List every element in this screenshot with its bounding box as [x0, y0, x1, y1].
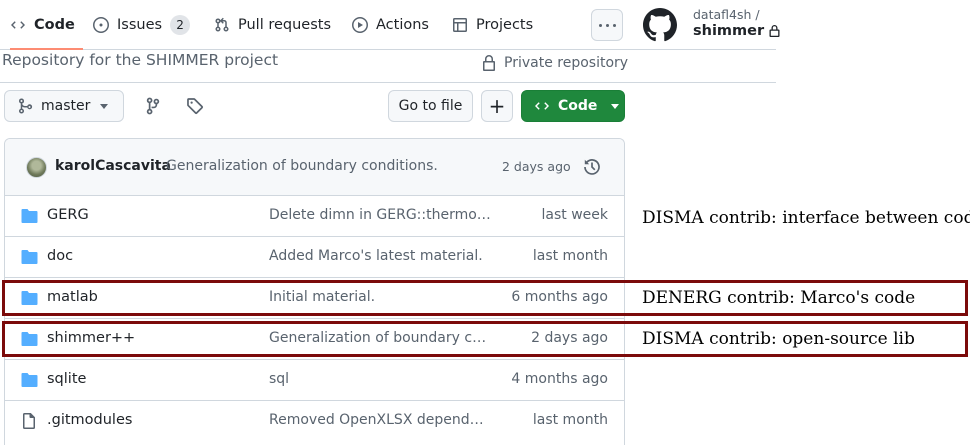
- file-commit-time: last week: [541, 207, 609, 223]
- repo-description: Repository for the SHIMMER project: [2, 51, 279, 69]
- file-name[interactable]: GERG: [47, 207, 89, 223]
- branches-icon[interactable]: [144, 97, 162, 115]
- commit-message[interactable]: Generalization of boundary conditions.: [166, 158, 438, 174]
- folder-icon: [21, 209, 38, 223]
- visibility-text: Private repository: [504, 55, 629, 71]
- tab-projects[interactable]: Projects: [452, 0, 533, 50]
- lock-icon: [483, 55, 495, 71]
- file-commit-message[interactable]: Removed OpenXLSX dependency: [269, 412, 491, 428]
- tab-projects-label: Projects: [476, 17, 534, 33]
- lock-icon: [769, 25, 780, 37]
- go-to-file-button[interactable]: Go to file: [388, 90, 473, 122]
- code-button-label: Code: [558, 98, 598, 114]
- tab-actions-label: Actions: [376, 17, 429, 33]
- tab-code-label: Code: [34, 17, 75, 33]
- kebab-dot-icon: [612, 23, 616, 27]
- code-icon: [11, 21, 25, 29]
- commit-time: 2 days ago: [502, 159, 571, 174]
- file-commit-message[interactable]: Added Marco's latest material.: [269, 248, 491, 264]
- file-name[interactable]: .gitmodules: [47, 412, 132, 428]
- table-row[interactable]: sqlite sql 4 months ago: [5, 360, 624, 401]
- issues-count-badge: 2: [170, 15, 191, 35]
- annotation-gerg: DISMA contrib: interface between codes: [642, 208, 970, 228]
- kebab-dot-icon: [598, 23, 602, 27]
- issue-opened-icon: [93, 17, 109, 33]
- branch-name: master: [41, 98, 91, 114]
- table-row[interactable]: GERG Delete dimn in GERG::thermodynamics…: [5, 196, 624, 237]
- file-icon: [23, 413, 35, 429]
- visibility-label: Private repository: [482, 55, 628, 71]
- add-file-button[interactable]: +: [481, 90, 513, 122]
- folder-icon: [21, 373, 38, 387]
- folder-icon: [21, 250, 38, 264]
- tag-icon[interactable]: [186, 97, 204, 115]
- file-commit-time: last month: [532, 412, 608, 428]
- tab-pull-requests[interactable]: Pull requests: [214, 0, 331, 50]
- table-icon: [453, 18, 467, 32]
- git-branch-icon: [18, 98, 33, 114]
- tab-actions[interactable]: Actions: [352, 0, 429, 50]
- divider: [0, 82, 776, 83]
- file-commit-message[interactable]: Delete dimn in GERG::thermodynamics...: [269, 207, 491, 223]
- file-commit-time: 4 months ago: [511, 371, 608, 387]
- repo-name-link[interactable]: shimmer: [693, 23, 780, 39]
- git-pull-request-icon: [215, 17, 229, 32]
- repo-name-label: shimmer: [693, 23, 765, 39]
- table-row[interactable]: doc Added Marco's latest material. last …: [5, 237, 624, 278]
- repo-owner-link[interactable]: datafl4sh /: [693, 7, 760, 22]
- tab-issues-label: Issues: [117, 17, 163, 33]
- branch-select-button[interactable]: master: [4, 90, 124, 122]
- code-icon: [535, 102, 549, 110]
- file-name[interactable]: sqlite: [47, 371, 86, 387]
- play-icon: [352, 17, 368, 33]
- avatar[interactable]: [26, 157, 47, 178]
- commit-author[interactable]: karolCascavita: [55, 158, 171, 174]
- annotation-shimmer: DISMA contrib: open-source lib: [642, 329, 915, 349]
- code-dropdown-button[interactable]: Code: [521, 90, 625, 122]
- kebab-dot-icon: [605, 23, 609, 27]
- more-tabs-button[interactable]: [591, 9, 623, 41]
- tab-pull-requests-label: Pull requests: [238, 17, 332, 33]
- github-logo-icon[interactable]: [643, 8, 677, 42]
- table-row[interactable]: .gitmodules Removed OpenXLSX dependency …: [5, 401, 624, 442]
- caret-down-icon: [100, 103, 109, 109]
- file-commit-message[interactable]: sql: [269, 371, 491, 387]
- annotation-matlab: DENERG contrib: Marco's code: [642, 288, 916, 308]
- repo-nav: Code Issues 2 Pull requests Actions Proj…: [0, 0, 780, 50]
- history-icon[interactable]: [583, 158, 601, 176]
- file-commit-time: last month: [532, 248, 608, 264]
- latest-commit-bar: karolCascavita Generalization of boundar…: [5, 139, 624, 196]
- caret-down-icon: [611, 103, 620, 109]
- tab-issues[interactable]: Issues 2: [93, 0, 191, 50]
- tab-code[interactable]: Code: [10, 0, 83, 50]
- file-name[interactable]: doc: [47, 248, 73, 264]
